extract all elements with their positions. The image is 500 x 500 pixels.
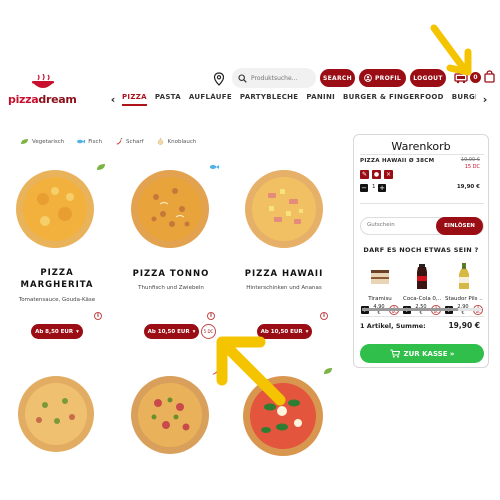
info-icon[interactable]: i [207, 312, 215, 320]
tab-panini[interactable]: PANINI [306, 93, 335, 106]
nav-next-icon[interactable]: › [480, 93, 490, 106]
category-nav: ‹ PIZZA PASTA AUFLÄUFE PARTYBLECHE PANIN… [108, 92, 490, 106]
coupon-input[interactable] [367, 222, 427, 228]
product-description: Hinterschinken und Ananas [246, 285, 322, 291]
fish-icon [209, 165, 219, 169]
profile-button[interactable]: PROFIL [359, 69, 406, 87]
price-label: Ab 8,50 EUR [35, 328, 74, 335]
chili-icon [115, 138, 123, 145]
product-title: PIZZA TONNO [132, 269, 210, 279]
user-icon [364, 74, 372, 82]
upsell-name: Coca-Cola 0,... [403, 296, 441, 302]
filter-label: Scharf [125, 138, 144, 145]
filter-spicy[interactable]: Scharf [114, 138, 144, 145]
search-icon [238, 73, 247, 83]
upsell-title: DARF ES NOCH ETWAS SEIN ? [363, 246, 479, 254]
tab-pizza[interactable]: PIZZA [122, 93, 147, 106]
pizza-image[interactable] [17, 375, 95, 453]
checkout-label: ZUR KASSE » [403, 349, 455, 358]
coca-cola-image[interactable] [403, 262, 441, 290]
location-pin-icon[interactable] [213, 72, 225, 86]
pizza-tonno-image[interactable] [130, 169, 210, 249]
info-icon[interactable]: i [94, 312, 102, 320]
pizza-margherita-image[interactable] [15, 169, 95, 249]
filter-label: Fisch [88, 138, 102, 145]
filter-label: Vegetarisch [32, 138, 65, 145]
cart-panel: Warenkorb PIZZA HAWAII Ø 38CM 19,90 € 15… [353, 134, 489, 368]
cart-item-total: 19,90 € [456, 184, 480, 190]
cart-summary-total: 19,90 € [448, 321, 480, 330]
product-description: Tomatensauce, Gouda-Käse [18, 297, 96, 303]
filter-garlic[interactable]: Knoblauch [156, 138, 197, 145]
price-select-button[interactable]: Ab 10,50 EUR ▾ [144, 324, 199, 339]
tab-burger-menues[interactable]: BURGER MENÜS [452, 93, 476, 106]
tab-pasta[interactable]: PASTA [155, 93, 181, 106]
edit-icon[interactable]: ✎ [360, 170, 369, 179]
cart-item-dc: 15 DC [464, 164, 480, 170]
annotation-arrow-icon [216, 336, 286, 406]
vegetarian-leaf-icon [97, 164, 105, 170]
product-title: PIZZA HAWAII [244, 269, 324, 279]
scrollbar-thumb[interactable] [362, 308, 458, 311]
tab-auflaeufe[interactable]: AUFLÄUFE [189, 93, 232, 106]
filter-fish[interactable]: Fisch [76, 138, 102, 145]
garlic-icon [157, 138, 163, 145]
search-bar[interactable] [232, 68, 316, 88]
upsell-scrollbar[interactable] [362, 308, 482, 311]
tab-partybleche[interactable]: PARTYBLECHE [240, 93, 298, 106]
fish-icon [77, 139, 86, 144]
cart-item-price: 19,90 € [460, 157, 480, 163]
pizza-hawaii-image[interactable] [244, 169, 324, 249]
tab-burger-fingerfood[interactable]: BURGER & FINGERFOOD [343, 93, 444, 106]
qty-increase-button[interactable]: + [378, 184, 386, 192]
cart-item-name: PIZZA HAWAII Ø 38CM [360, 158, 435, 164]
profile-label: PROFIL [374, 74, 402, 82]
cart-summary-label: 1 Artikel, Summe: [360, 322, 426, 330]
filter-vegetarian[interactable]: Vegetarisch [20, 138, 64, 145]
upsell-name: Tiramisu [368, 296, 392, 302]
redeem-button[interactable]: EINLÖSEN [436, 217, 483, 235]
upsell-name: Staudor Pils ... [445, 296, 483, 302]
cart-icon [390, 349, 400, 358]
checkout-button[interactable]: ZUR KASSE » [360, 344, 484, 363]
logo-wordmark: pizzadream [8, 93, 77, 106]
pizza-bowl-icon [32, 74, 54, 88]
product-description: Thunfisch und Zwiebeln [138, 285, 204, 291]
caret-down-icon: ▾ [192, 328, 196, 335]
coupon-field: EINLÖSEN [360, 217, 484, 235]
price-select-button[interactable]: Ab 8,50 EUR ▾ [31, 324, 83, 339]
search-button[interactable]: SEARCH [320, 69, 355, 87]
leaf-icon [21, 139, 28, 144]
qty-value: 1 [372, 184, 376, 190]
pizza-image[interactable] [130, 375, 210, 455]
filter-label: Knoblauch [167, 138, 197, 145]
price-label: Ab 10,50 EUR [147, 328, 190, 335]
tiramisu-image[interactable] [361, 262, 399, 290]
shopping-bag-icon[interactable] [484, 70, 495, 83]
diet-filter-bar: Vegetarisch Fisch Scharf Knoblauch [20, 138, 196, 145]
qty-decrease-button[interactable]: − [360, 184, 368, 192]
caret-down-icon: ▾ [76, 328, 79, 335]
beer-bottle-image[interactable] [445, 262, 483, 290]
vegetarian-leaf-icon [324, 368, 332, 374]
category-list: PIZZA PASTA AUFLÄUFE PARTYBLECHE PANINI … [122, 93, 476, 106]
info-icon[interactable]: i [320, 312, 328, 320]
product-title: PIZZA MARGHERITA [20, 268, 94, 290]
caret-down-icon: ▾ [305, 328, 309, 335]
logo[interactable]: pizzadream [8, 74, 77, 106]
comment-icon[interactable]: ● [372, 170, 381, 179]
remove-icon[interactable]: × [384, 170, 393, 179]
annotation-arrow-icon [430, 24, 472, 76]
search-input[interactable] [251, 74, 311, 82]
cart-title: Warenkorb [391, 140, 451, 153]
nav-prev-icon[interactable]: ‹ [108, 93, 118, 106]
